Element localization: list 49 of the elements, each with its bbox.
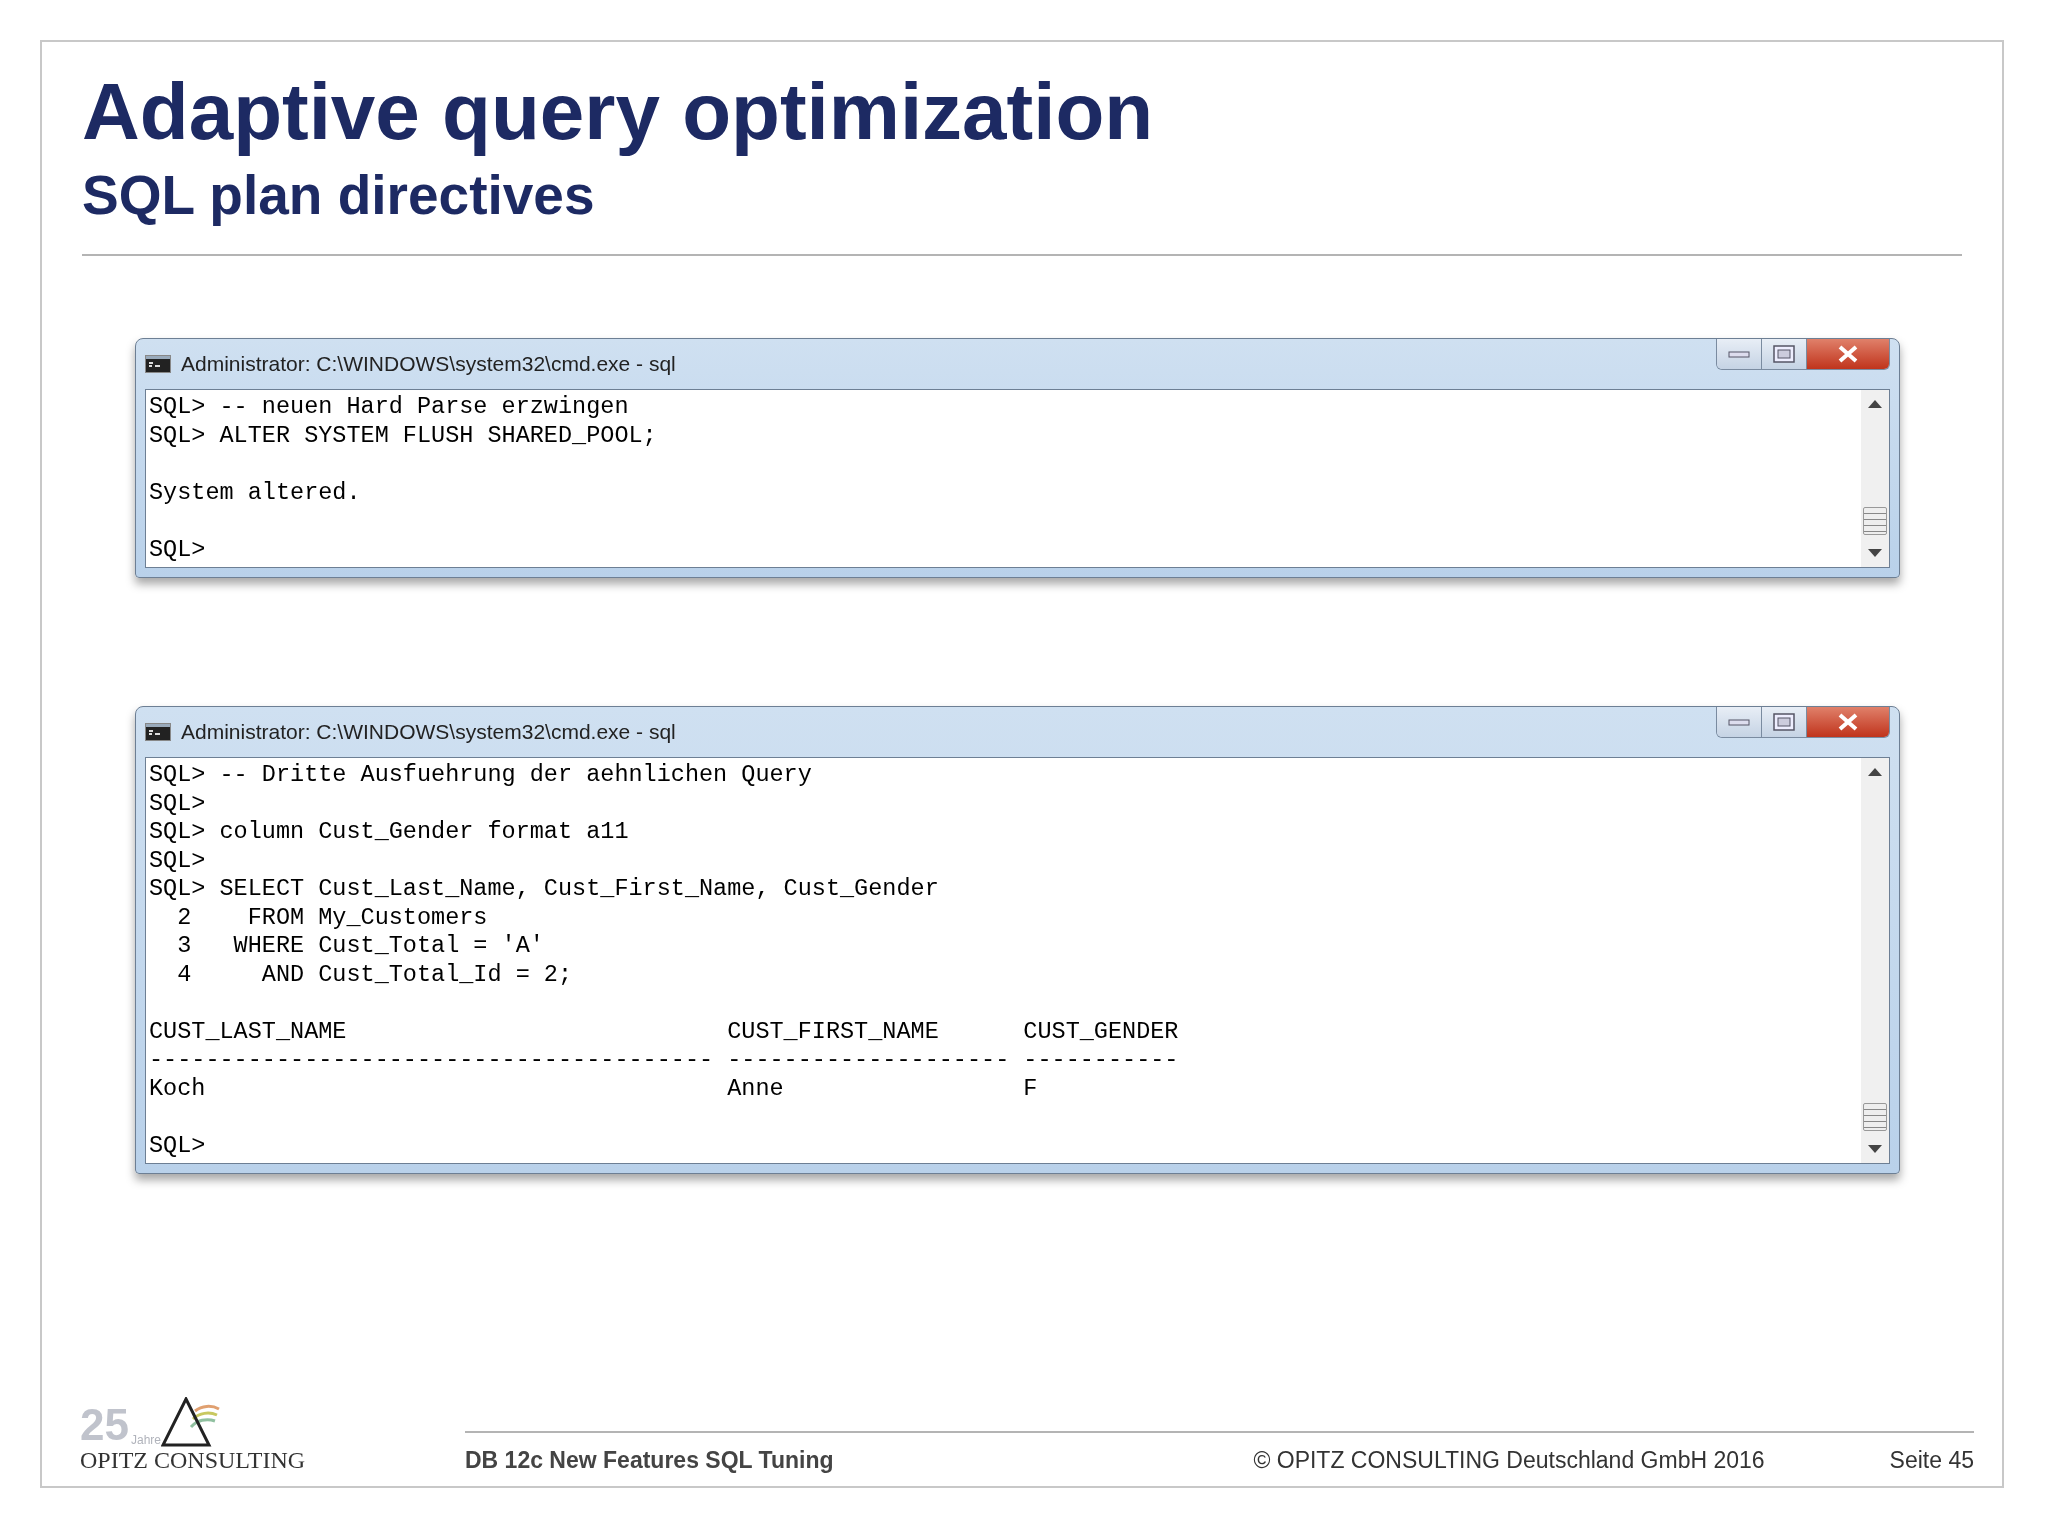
console-icon: [145, 723, 171, 741]
console-line: System altered.: [149, 478, 362, 507]
close-button[interactable]: [1807, 339, 1889, 369]
minimize-icon: [1728, 717, 1750, 727]
close-button[interactable]: [1807, 707, 1889, 737]
window-title: Administrator: C:\WINDOWS\system32\cmd.exe - sql: [181, 720, 677, 744]
console-line: CUST_LAST_NAME CUST_FIRST_NAME CUST_GENDER: [149, 1017, 1180, 1046]
minimize-icon: [1728, 349, 1750, 359]
presentation-title: DB 12c New Features SQL Tuning: [465, 1447, 834, 1474]
console-line: Koch Anne F: [149, 1074, 1039, 1103]
scroll-down-icon[interactable]: [1868, 1145, 1882, 1153]
close-icon: [1837, 345, 1859, 363]
scroll-thumb[interactable]: [1863, 507, 1887, 535]
copyright-text: © OPITZ CONSULTING Deutschland GmbH 2016: [1253, 1447, 1765, 1474]
scroll-up-icon[interactable]: [1868, 768, 1882, 776]
console-line: 2 FROM My_Customers: [176, 903, 489, 932]
scroll-up-icon[interactable]: [1868, 400, 1882, 408]
scroll-thumb[interactable]: [1863, 1103, 1887, 1131]
maximize-icon: [1773, 713, 1795, 731]
maximize-button[interactable]: [1762, 339, 1807, 369]
anniversary-number: 25: [80, 1403, 129, 1447]
scroll-down-icon[interactable]: [1868, 549, 1882, 557]
scrollbar[interactable]: [1861, 390, 1889, 567]
console-icon: [145, 355, 171, 373]
minimize-button[interactable]: [1717, 339, 1762, 369]
console-line: 3 WHERE Cust_Total = 'A': [176, 932, 545, 961]
triangle-rainbow-icon: [161, 1397, 221, 1447]
window-title: Administrator: C:\WINDOWS\system32\cmd.exe - sql: [181, 352, 677, 376]
console-line: SQL>: [149, 789, 207, 818]
console-line: 4 AND Cust_Total_Id = 2;: [176, 960, 574, 989]
company-logo-text: OPITZ CONSULTING: [80, 1447, 307, 1474]
console-line: SQL> ALTER SYSTEM FLUSH SHARED_POOL;: [149, 421, 658, 450]
console-line: SQL> -- neuen Hard Parse erzwingen: [149, 393, 630, 422]
slide-title: Adaptive query optimization: [82, 66, 1155, 158]
anniversary-caption: Jahre: [130, 1433, 161, 1447]
close-icon: [1837, 713, 1859, 731]
console-line: SQL> SELECT Cust_Last_Name, Cust_First_Name, Cust_Gender: [149, 875, 940, 904]
scrollbar[interactable]: [1861, 758, 1889, 1163]
console-line: SQL>: [149, 535, 207, 564]
maximize-icon: [1773, 345, 1795, 363]
console-line: SQL> column Cust_Gender format a11: [149, 818, 630, 847]
console-line: SQL>: [149, 846, 207, 875]
page-number: Seite 45: [1889, 1447, 1974, 1474]
console-line: SQL> -- Dritte Ausfuehrung der aehnlichen Query: [149, 761, 813, 790]
maximize-button[interactable]: [1762, 707, 1807, 737]
slide-subtitle: SQL plan directives: [82, 163, 596, 228]
console-line: ---------------------------------------- -------------------- -----------: [149, 1046, 1180, 1075]
console-line: SQL>: [149, 1131, 207, 1160]
minimize-button[interactable]: [1717, 707, 1762, 737]
